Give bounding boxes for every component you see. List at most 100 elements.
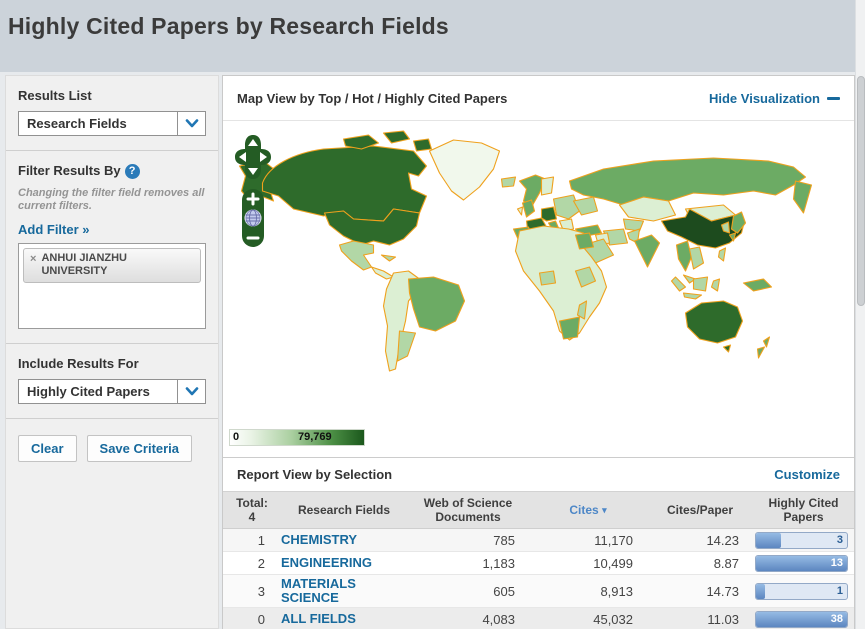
field-link[interactable]: ENGINEERING	[281, 554, 407, 572]
column-header-highly-cited[interactable]: Highly Cited Papers	[753, 492, 854, 528]
country-india[interactable]	[633, 234, 661, 268]
region-central-america[interactable]	[370, 266, 395, 280]
country-canada-arctic[interactable]	[382, 130, 411, 144]
bar-value: 1	[836, 584, 843, 597]
bar-value: 3	[836, 533, 843, 546]
bar-fill	[756, 532, 781, 548]
map-controls	[233, 133, 273, 258]
scrollbar-thumb[interactable]	[857, 76, 865, 306]
filter-tag-label: ANHUI JIANZHU UNIVERSITY	[41, 252, 127, 277]
highly-cited-bar: 13	[755, 554, 848, 572]
country-indonesia-sumatra[interactable]	[670, 276, 687, 292]
total-value: 4	[248, 510, 256, 524]
world-map[interactable]	[223, 121, 854, 431]
filter-section: Filter Results By? Changing the filter f…	[6, 151, 218, 343]
region-central-asia[interactable]	[622, 218, 645, 232]
table-row-materials-science: 3 MATERIALS SCIENCE 605 8,913 14.73 1	[223, 575, 854, 608]
collapse-minus-icon	[827, 96, 840, 100]
rank-cell: 3	[257, 583, 265, 599]
highly-cited-bar: 3	[755, 531, 848, 549]
country-argentina[interactable]	[396, 330, 417, 362]
country-indonesia-borneo[interactable]	[692, 276, 709, 292]
country-mexico[interactable]	[338, 240, 375, 271]
country-nigeria[interactable]	[538, 270, 557, 286]
hide-visualization-text: Hide Visualization	[708, 90, 820, 106]
country-uk[interactable]	[521, 199, 536, 218]
field-link[interactable]: MATERIALS SCIENCE	[281, 575, 407, 607]
map-region: 0 79,769	[223, 121, 854, 458]
country-australia[interactable]	[684, 300, 744, 344]
include-results-selected-value: Highly Cited Papers	[27, 384, 150, 399]
field-link[interactable]: ALL FIELDS	[281, 610, 407, 628]
table-row-all-fields: 0 ALL FIELDS 4,083 45,032 11.03 38	[223, 608, 854, 629]
column-header-total: Total: 4	[223, 492, 281, 528]
results-list-section: Results List Research Fields	[6, 76, 218, 150]
country-brazil[interactable]	[407, 276, 466, 332]
country-ireland[interactable]	[516, 206, 524, 216]
country-new-guinea[interactable]	[742, 278, 773, 292]
country-philippines[interactable]	[717, 247, 727, 262]
field-link[interactable]: CHEMISTRY	[281, 531, 407, 549]
clear-button[interactable]: Clear	[18, 435, 77, 462]
column-header-research-fields[interactable]: Research Fields	[281, 499, 407, 521]
country-indonesia-java[interactable]	[682, 292, 703, 300]
results-list-select[interactable]: Research Fields	[18, 111, 206, 136]
column-header-documents[interactable]: Web of Science Documents	[407, 492, 529, 528]
map-pan-control[interactable]	[235, 135, 271, 179]
country-russia[interactable]	[568, 157, 807, 206]
country-tasmania[interactable]	[722, 344, 732, 353]
country-myanmar-thailand[interactable]	[675, 240, 693, 272]
remove-filter-icon[interactable]: ×	[30, 253, 36, 265]
bar-fill	[756, 583, 766, 599]
filter-tag-anhui-jianzhu-university[interactable]: × ANHUI JIANZHU UNIVERSITY	[23, 248, 201, 283]
region-eastern-europe[interactable]	[552, 194, 581, 220]
map-zoom-control[interactable]	[242, 189, 264, 247]
cites-cell: 45,032	[593, 611, 633, 627]
table-header-row: Total: 4 Research Fields Web of Science …	[223, 491, 854, 529]
documents-cell: 605	[493, 583, 515, 599]
country-greenland[interactable]	[428, 139, 501, 201]
help-icon[interactable]: ?	[124, 164, 140, 179]
country-finland[interactable]	[540, 176, 555, 196]
filter-results-by-text: Filter Results By	[18, 163, 121, 178]
rank-cell: 0	[257, 611, 265, 627]
sort-descending-icon: ▾	[602, 505, 607, 515]
results-list-selected-value: Research Fields	[27, 116, 127, 131]
country-new-zealand-north[interactable]	[762, 336, 771, 348]
country-cuba[interactable]	[380, 254, 397, 262]
add-filter-link[interactable]: Add Filter »	[18, 222, 90, 237]
hide-visualization-link[interactable]: Hide Visualization	[709, 91, 840, 106]
vertical-scrollbar[interactable]	[855, 0, 865, 629]
country-iceland[interactable]	[500, 176, 517, 188]
region-indochina[interactable]	[688, 246, 705, 270]
country-indonesia-sulawesi[interactable]	[710, 278, 721, 292]
filters-sidebar: Results List Research Fields Filter Resu…	[5, 75, 219, 629]
country-south-africa[interactable]	[558, 316, 581, 340]
country-germany[interactable]	[540, 206, 558, 222]
column-header-cites-per-paper[interactable]: Cites/Paper	[647, 499, 753, 521]
country-new-zealand-south[interactable]	[756, 346, 766, 359]
highly-cited-bar: 38	[755, 610, 848, 628]
chevron-down-icon	[177, 112, 205, 135]
save-criteria-button[interactable]: Save Criteria	[86, 435, 193, 462]
customize-link[interactable]: Customize	[774, 467, 840, 482]
cites-per-paper-cell: 8.87	[713, 555, 739, 571]
table-row-chemistry: 1 CHEMISTRY 785 11,170 14.23 3	[223, 529, 854, 552]
cites-per-paper-cell: 14.23	[706, 532, 739, 548]
results-list-label: Results List	[18, 88, 92, 103]
cites-per-paper-cell: 14.73	[706, 583, 739, 599]
legend-max-value: 79,769	[298, 431, 332, 443]
filter-results-by-label: Filter Results By?	[18, 163, 206, 179]
country-canada-arctic[interactable]	[412, 138, 433, 152]
table-body: 1 CHEMISTRY 785 11,170 14.23 3 2 ENGINEE…	[223, 529, 854, 629]
cites-cell: 11,170	[594, 532, 633, 548]
bar-value: 13	[830, 556, 843, 569]
globe-icon[interactable]	[244, 209, 262, 227]
country-russia-kamchatka[interactable]	[792, 180, 813, 214]
highly-cited-cell: 38	[753, 609, 854, 629]
total-label: Total:	[236, 496, 268, 510]
legend-min-value: 0	[233, 431, 240, 443]
cites-cell: 10,499	[593, 555, 633, 571]
column-header-cites[interactable]: Cites ▾	[529, 499, 647, 521]
include-results-select[interactable]: Highly Cited Papers	[18, 379, 206, 404]
